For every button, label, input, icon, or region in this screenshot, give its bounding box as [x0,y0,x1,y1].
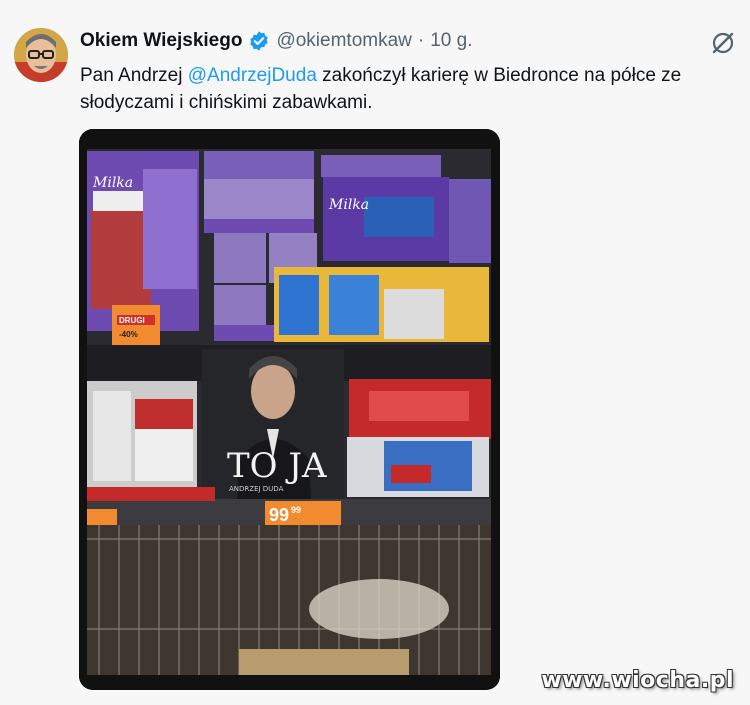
tweet-text-before: Pan Andrzej [80,65,188,86]
svg-text:Milka: Milka [92,175,133,191]
author-name[interactable]: Okiem Wiejskiego [80,30,242,52]
svg-text:Milka: Milka [328,197,369,213]
avatar[interactable] [14,28,68,82]
mention-link[interactable]: @AndrzejDuda [188,65,317,86]
price-tag: 99 [269,505,289,525]
price-tag-cents: 99 [291,505,301,515]
timestamp[interactable]: 10 g. [430,30,472,52]
book-title: TO JA [227,446,327,486]
tweet-text: Pan Andrzej @AndrzejDuda zakończył karie… [80,62,730,116]
tweet[interactable]: Okiem Wiejskiego @okiemtomkaw · 10 g. Pa… [0,0,750,705]
author-handle[interactable]: @okiemtomkaw [276,30,411,52]
tweet-header: Okiem Wiejskiego @okiemtomkaw · 10 g. [80,30,472,52]
promo-discount: -40% [119,330,138,339]
verified-badge-icon [248,30,270,52]
promo-sign: DRUGI [119,316,145,325]
grok-icon[interactable] [710,30,736,56]
tweet-photo[interactable]: Milka Milka DRUGI -40% TO JA ANDRZEJ DUD… [79,129,500,690]
watermark: www.wiocha.pl [541,668,734,693]
book-author: ANDRZEJ DUDA [229,485,284,493]
separator-dot: · [417,30,425,51]
